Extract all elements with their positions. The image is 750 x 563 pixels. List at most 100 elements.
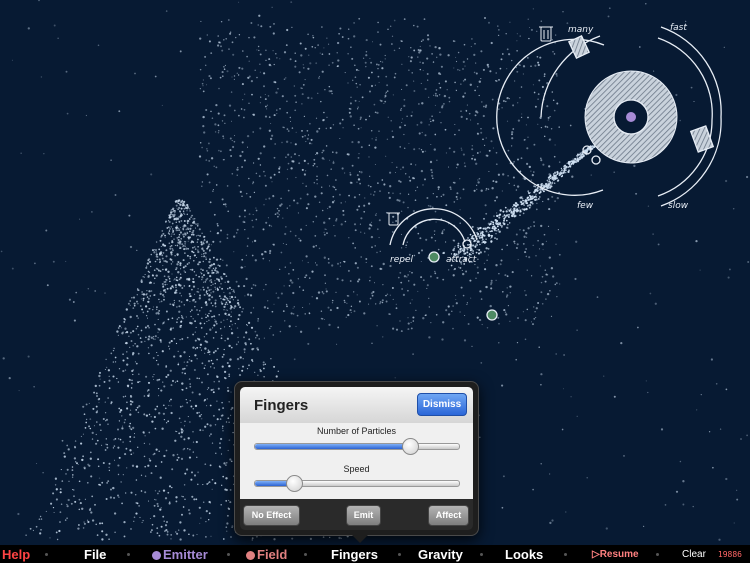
particle <box>170 263 173 265</box>
particle <box>2 357 5 360</box>
particle <box>250 80 253 83</box>
field-point-handle[interactable] <box>486 309 498 321</box>
particle <box>114 438 117 440</box>
particle <box>159 239 162 242</box>
particle <box>183 270 185 272</box>
particle <box>74 500 77 503</box>
particle <box>484 17 486 19</box>
particle <box>485 238 487 240</box>
speed-slider-thumb[interactable] <box>285 475 303 492</box>
emitter-spread-knob[interactable] <box>591 155 601 165</box>
particle <box>136 294 138 296</box>
particle <box>137 288 139 290</box>
particle <box>143 395 146 397</box>
particle <box>237 318 240 321</box>
particle <box>274 143 277 145</box>
particle <box>536 55 539 58</box>
resume-button[interactable]: ▷Resume <box>592 549 639 560</box>
particle <box>392 192 394 194</box>
particle <box>139 380 141 383</box>
particle <box>178 432 181 435</box>
particle <box>235 36 237 39</box>
clear-button[interactable]: Clear <box>682 549 706 560</box>
particle <box>459 311 461 313</box>
particle <box>224 340 226 342</box>
particle <box>263 376 265 378</box>
emitter-trash-icon[interactable] <box>539 26 553 42</box>
particle <box>395 303 397 305</box>
particle <box>403 275 407 278</box>
particle <box>348 107 351 110</box>
particle <box>301 129 303 132</box>
affect-button[interactable]: Affect <box>428 505 469 526</box>
field-button[interactable]: Field <box>246 547 287 562</box>
emitter-button[interactable]: Emitter <box>152 547 208 562</box>
particle <box>438 82 441 85</box>
particle <box>440 65 443 68</box>
gravity-button[interactable]: Gravity <box>418 547 463 562</box>
particle <box>189 421 191 423</box>
particle <box>268 116 271 118</box>
particle <box>469 279 472 282</box>
particle <box>413 148 416 151</box>
particle <box>337 59 340 62</box>
particle <box>189 385 192 388</box>
particle <box>473 189 476 192</box>
particle <box>157 312 160 315</box>
particles-slider-thumb[interactable] <box>402 438 420 455</box>
emit-button[interactable]: Emit <box>346 505 381 526</box>
particle <box>353 291 355 293</box>
particle <box>133 304 136 307</box>
particle <box>161 427 164 430</box>
particle <box>453 67 455 69</box>
speed-slider[interactable] <box>254 475 460 492</box>
field-trash-icon[interactable] <box>387 212 400 226</box>
particle <box>488 170 490 173</box>
particle <box>409 179 412 182</box>
emitter-handle[interactable] <box>626 112 636 122</box>
particle <box>121 415 123 417</box>
particle <box>504 206 507 209</box>
particle <box>82 455 84 458</box>
particle <box>736 489 738 491</box>
no-effect-button[interactable]: No Effect <box>243 505 300 526</box>
particle <box>247 237 249 240</box>
particle <box>242 99 244 101</box>
particle <box>455 56 457 58</box>
particle <box>205 316 207 319</box>
particle <box>353 35 356 38</box>
particle <box>451 310 453 313</box>
particle <box>272 194 274 197</box>
particle <box>214 482 217 485</box>
particle <box>124 453 127 456</box>
particle <box>323 231 325 233</box>
particle <box>492 223 495 226</box>
particle <box>190 315 192 318</box>
particle <box>163 295 165 298</box>
particle <box>173 238 175 240</box>
particle <box>391 162 393 164</box>
particle <box>428 336 431 339</box>
particle <box>540 383 542 386</box>
particles-slider[interactable] <box>254 438 460 455</box>
help-button[interactable]: Help <box>2 547 30 562</box>
particle <box>209 328 212 331</box>
particle <box>271 6 273 8</box>
particle <box>391 135 395 139</box>
field-handle[interactable] <box>428 251 440 263</box>
fingers-button[interactable]: Fingers <box>331 547 378 562</box>
particle <box>387 116 390 119</box>
particle <box>147 301 149 303</box>
particle <box>517 119 521 122</box>
file-button[interactable]: File <box>84 547 106 562</box>
particle <box>147 464 150 467</box>
particle <box>176 254 179 257</box>
particle <box>332 161 335 164</box>
label-fast: fast <box>670 23 687 33</box>
emitter-widget[interactable] <box>496 26 722 207</box>
looks-button[interactable]: Looks <box>505 547 543 562</box>
particle <box>695 239 698 243</box>
particle <box>250 287 253 290</box>
dismiss-button[interactable]: Dismiss <box>417 393 467 416</box>
particle <box>341 118 344 121</box>
